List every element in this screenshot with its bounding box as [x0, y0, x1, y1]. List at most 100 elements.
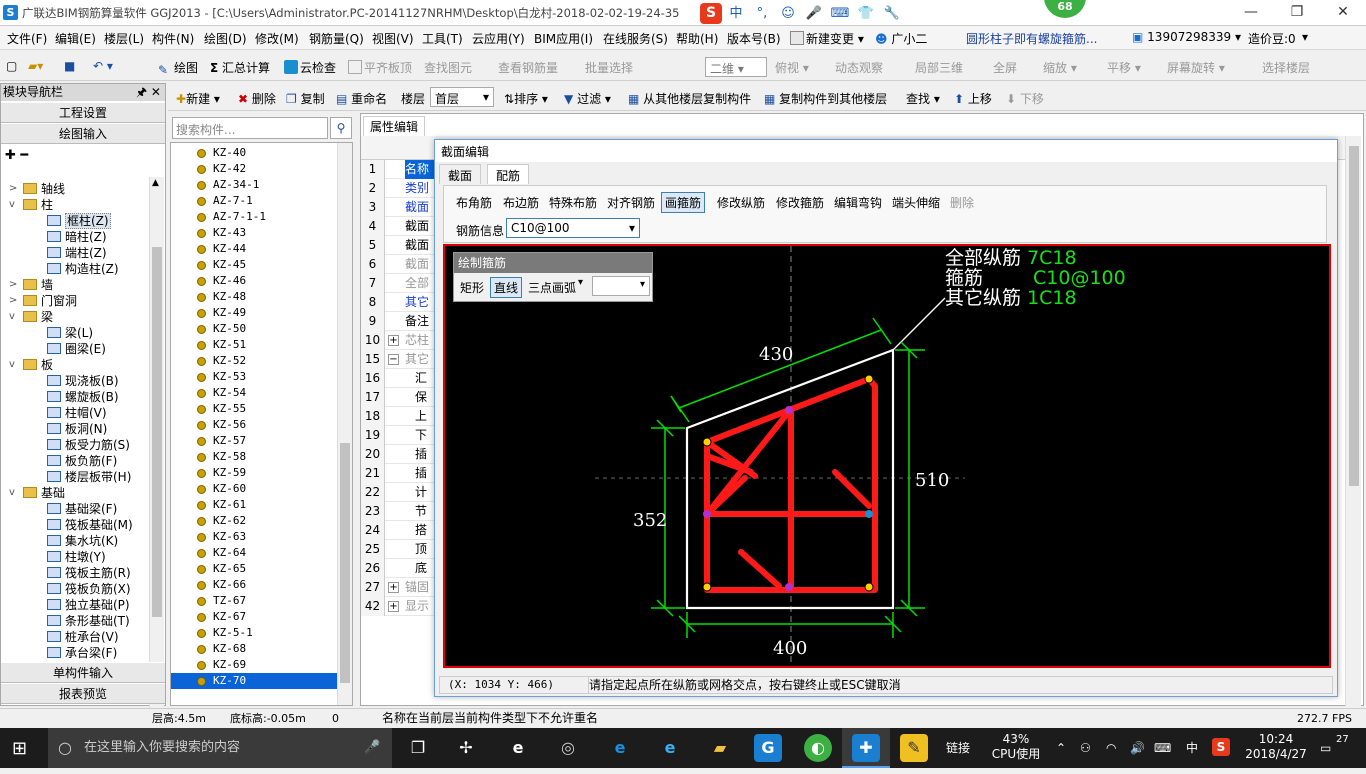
move-down-button[interactable]: ⬇ 下移: [1006, 90, 1044, 107]
list-scroll-thumb[interactable]: [340, 443, 350, 683]
nav-tree-item[interactable]: 梁(L): [1, 325, 149, 341]
wifi-icon[interactable]: ◠: [1106, 728, 1116, 768]
line-mode-button[interactable]: 直线: [490, 277, 523, 298]
maximize-button[interactable]: ❐: [1274, 0, 1320, 26]
component-list-item[interactable]: KZ-67: [171, 609, 352, 625]
nav-tree-item[interactable]: 柱帽(V): [1, 405, 149, 421]
property-row[interactable]: 5 截面: [361, 236, 441, 255]
nav-tree-item[interactable]: 现浇板(B): [1, 373, 149, 389]
view-mode-select[interactable]: 二维 ▾: [705, 57, 767, 77]
property-row[interactable]: 4 截面: [361, 217, 441, 236]
property-row[interactable]: 7 全部: [361, 274, 441, 293]
property-row[interactable]: 2 类别: [361, 179, 441, 198]
component-list-item[interactable]: KZ-60: [171, 481, 352, 497]
copy-to-floor-button[interactable]: ▦ 复制构件到其他楼层: [764, 90, 887, 107]
component-list-item[interactable]: KZ-57: [171, 433, 352, 449]
filter-button[interactable]: ▼ 过滤 ▾: [564, 90, 611, 107]
property-row[interactable]: 8 其它: [361, 293, 441, 312]
component-list-item[interactable]: KZ-55: [171, 401, 352, 417]
expander-icon[interactable]: >: [9, 293, 17, 309]
nav-tree-item[interactable]: 暗柱(Z): [1, 229, 149, 245]
menu-edit[interactable]: 编辑(E): [55, 30, 96, 47]
component-list-item[interactable]: KZ-65: [171, 561, 352, 577]
move-up-button[interactable]: ⬆ 上移: [954, 90, 992, 107]
component-list-item[interactable]: AZ-7-1-1: [171, 209, 352, 225]
nav-scrollbar[interactable]: ▲ ▼: [149, 177, 164, 739]
sogou-icon[interactable]: S: [700, 3, 722, 24]
menu-bim[interactable]: BIM应用(I): [534, 30, 593, 47]
nav-tree-item[interactable]: 桩承台(V): [1, 629, 149, 645]
windows-start-icon[interactable]: ⊞: [12, 738, 27, 759]
expander-icon[interactable]: v: [9, 357, 15, 373]
language-indicator[interactable]: 中: [1186, 728, 1198, 768]
fan-app-icon[interactable]: ✢: [452, 734, 480, 762]
ie-app-icon[interactable]: e: [504, 734, 532, 762]
arc-dropdown-icon[interactable]: ▾: [578, 277, 583, 288]
nav-tree-item[interactable]: 构造柱(Z): [1, 261, 149, 277]
pan-button[interactable]: 平移 ▾: [1107, 59, 1141, 76]
component-list-item[interactable]: KZ-59: [171, 465, 352, 481]
nav-tree-item[interactable]: v 基础: [1, 485, 149, 501]
expand-collapse-icons[interactable]: ✚ ━: [5, 148, 28, 163]
delete-button[interactable]: ✖ 删除: [238, 90, 276, 107]
component-list-item[interactable]: KZ-48: [171, 289, 352, 305]
nav-tree-item[interactable]: 楼层板带(H): [1, 469, 149, 485]
floor-select[interactable]: 首层 ▾: [430, 87, 494, 107]
drawing-canvas[interactable]: 430 510 352 400 全部纵筋 7C18 箍筋 C10@100 其它纵筋…: [443, 244, 1331, 668]
edit-hook-button[interactable]: 编辑弯钩: [834, 194, 882, 211]
new-file-icon[interactable]: ▢: [6, 59, 17, 73]
property-row[interactable]: 18 上: [361, 407, 441, 426]
component-list-item[interactable]: AZ-34-1: [171, 177, 352, 193]
component-list-item[interactable]: KZ-53: [171, 369, 352, 385]
component-list-item[interactable]: KZ-61: [171, 497, 352, 513]
pin-icon[interactable]: 🖈 ✕: [136, 84, 161, 101]
property-row[interactable]: 27 + 锚固: [361, 578, 441, 597]
arc-option-select[interactable]: ▾: [592, 276, 650, 296]
menu-online[interactable]: 在线服务(S): [603, 30, 668, 47]
component-list-item[interactable]: KZ-54: [171, 385, 352, 401]
clock[interactable]: 10:24 2018/4/27: [1240, 732, 1312, 772]
nav-tree-item[interactable]: 筏板基础(M): [1, 517, 149, 533]
tools-icon[interactable]: 🔧: [882, 5, 902, 23]
menu-floor[interactable]: 楼层(L): [104, 30, 144, 47]
edge-app-icon[interactable]: e: [606, 734, 634, 762]
nav-tree-item[interactable]: 板洞(N): [1, 421, 149, 437]
expander-icon[interactable]: v: [9, 197, 15, 213]
nav-tree-item[interactable]: 基础梁(F): [1, 501, 149, 517]
ime-punct-icon[interactable]: °,: [752, 5, 772, 23]
tab-section[interactable]: 截面: [439, 164, 482, 184]
copy-button[interactable]: ❐ 复制: [286, 90, 325, 107]
menu-view[interactable]: 视图(V): [372, 30, 414, 47]
top-view-button[interactable]: 俯视 ▾: [775, 59, 809, 76]
property-row[interactable]: 20 插: [361, 445, 441, 464]
component-list-item[interactable]: KZ-69: [171, 657, 352, 673]
fullscreen-button[interactable]: 全屏: [993, 59, 1017, 76]
menu-modify[interactable]: 修改(M): [255, 30, 299, 47]
nav-tree-item[interactable]: 承台梁(F): [1, 645, 149, 661]
menu-rebar-qty[interactable]: 钢筋量(Q): [309, 30, 364, 47]
corner-rebar-button[interactable]: 布角筋: [456, 194, 492, 211]
price-beans[interactable]: 造价豆:0: [1248, 30, 1296, 47]
component-list-item[interactable]: TZ-67: [171, 593, 352, 609]
draw-button[interactable]: ✎ 绘图: [158, 59, 198, 77]
cpu-tray[interactable]: 43% CPU使用: [990, 732, 1042, 772]
property-row[interactable]: 17 保: [361, 388, 441, 407]
expander-icon[interactable]: v: [9, 309, 15, 325]
nav-tree-item[interactable]: 筏板负筋(X): [1, 581, 149, 597]
tab-rebar[interactable]: 配筋: [487, 164, 530, 184]
glodon-g-app-icon[interactable]: G: [754, 734, 782, 762]
arc-mode-button[interactable]: 三点画弧: [528, 279, 576, 296]
property-row[interactable]: 16 汇: [361, 369, 441, 388]
tab-property-edit[interactable]: 属性编辑: [363, 116, 425, 136]
link-tray[interactable]: 链接: [946, 728, 970, 768]
keyboard-icon[interactable]: ⌨: [830, 5, 850, 23]
dropdown-icon[interactable]: ▾: [1302, 30, 1308, 44]
user-account[interactable]: ▣ 13907298339 ▾: [1132, 30, 1241, 44]
sogou-tray-icon[interactable]: S: [1212, 738, 1230, 756]
special-rebar-button[interactable]: 特殊布筋: [549, 194, 597, 211]
property-row[interactable]: 15− 其它: [361, 350, 441, 369]
property-row[interactable]: 25 顶: [361, 540, 441, 559]
property-scroll-thumb[interactable]: [1349, 146, 1359, 486]
property-row[interactable]: 21 插: [361, 464, 441, 483]
row-expander-icon[interactable]: +: [388, 335, 399, 346]
